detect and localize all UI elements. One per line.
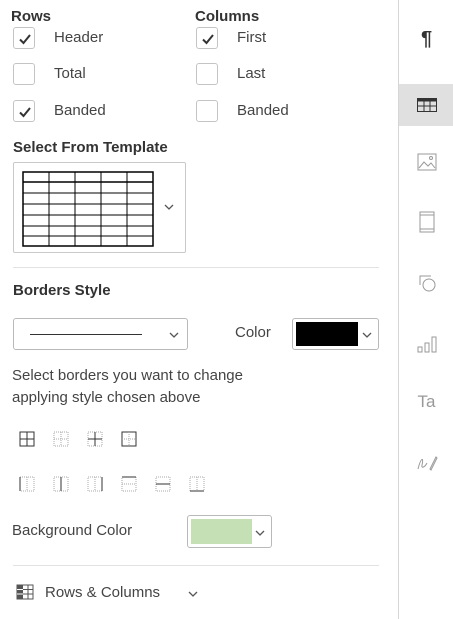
chevron-down-icon: [362, 332, 372, 338]
left-border-icon[interactable]: [19, 476, 35, 492]
borders-style-heading: Borders Style: [13, 282, 111, 299]
borders-instructions-line2: applying style chosen above: [12, 389, 201, 406]
border-color-swatch: [296, 322, 358, 346]
shape-settings-button[interactable]: [399, 268, 453, 298]
table-template-preview-icon: [22, 171, 154, 247]
table-icon: [416, 98, 437, 112]
background-color-swatch: [191, 519, 252, 544]
first-column-label: First: [237, 29, 267, 46]
outer-borders-icon[interactable]: [121, 431, 137, 447]
background-color-picker[interactable]: [187, 515, 272, 548]
first-column-checkbox[interactable]: [196, 27, 218, 49]
columns-heading: Columns: [195, 8, 260, 25]
right-border-icon[interactable]: [87, 476, 103, 492]
table-settings-button[interactable]: [399, 84, 453, 126]
inner-horizontal-border-icon[interactable]: [155, 476, 171, 492]
inner-borders-icon[interactable]: [87, 431, 103, 447]
text-art-settings-button[interactable]: Ta: [399, 387, 453, 417]
no-borders-icon[interactable]: [53, 431, 69, 447]
table-settings-panel: Rows Columns Header First Total Last Ban…: [0, 0, 398, 619]
background-color-label: Background Color: [12, 522, 133, 539]
template-picker[interactable]: [13, 162, 186, 253]
border-color-picker[interactable]: [292, 318, 379, 350]
rows-columns-icon: [16, 584, 34, 600]
rows-columns-dropdown[interactable]: Rows & Columns: [13, 580, 263, 606]
shape-icon: [419, 275, 435, 292]
divider: [13, 267, 379, 268]
chevron-down-icon: [164, 204, 174, 210]
border-style-select[interactable]: [13, 318, 188, 350]
banded-columns-checkbox[interactable]: [196, 100, 218, 122]
border-color-label: Color: [235, 324, 271, 341]
checkmark-icon: [202, 34, 214, 45]
chevron-down-icon: [188, 591, 198, 597]
borders-instructions-line1: Select borders you want to change: [12, 367, 243, 384]
rows-columns-label: Rows & Columns: [45, 584, 161, 601]
checkmark-icon: [19, 107, 31, 118]
right-sidebar: ¶ Ta: [398, 0, 453, 619]
banded-rows-label: Banded: [54, 102, 106, 119]
chart-settings-button[interactable]: [399, 329, 453, 359]
header-footer-settings-button[interactable]: [399, 207, 453, 237]
header-row-checkbox[interactable]: [13, 27, 35, 49]
top-border-icon[interactable]: [121, 476, 137, 492]
banded-columns-label: Banded: [237, 102, 289, 119]
divider: [13, 565, 379, 566]
text-art-icon: Ta: [417, 392, 436, 411]
checkmark-icon: [19, 34, 31, 45]
signature-icon: [417, 456, 438, 471]
image-settings-button[interactable]: [399, 147, 453, 177]
border-line-preview: [30, 334, 142, 335]
paragraph-icon: ¶: [420, 27, 433, 50]
total-row-checkbox[interactable]: [13, 63, 35, 85]
chart-icon: [417, 336, 436, 353]
template-heading: Select From Template: [13, 139, 168, 156]
last-column-label: Last: [237, 65, 266, 82]
chevron-down-icon: [169, 332, 179, 338]
rows-heading: Rows: [11, 8, 52, 25]
image-icon: [417, 153, 436, 171]
signature-settings-button[interactable]: [399, 448, 453, 478]
paragraph-settings-button[interactable]: ¶: [399, 24, 453, 54]
banded-rows-checkbox[interactable]: [13, 100, 35, 122]
inner-vertical-border-icon[interactable]: [53, 476, 69, 492]
total-row-label: Total: [54, 65, 86, 82]
last-column-checkbox[interactable]: [196, 63, 218, 85]
bottom-border-icon[interactable]: [189, 476, 205, 492]
header-footer-icon: [419, 211, 434, 233]
header-row-label: Header: [54, 29, 104, 46]
chevron-down-icon: [255, 530, 265, 536]
all-borders-icon[interactable]: [19, 431, 35, 447]
